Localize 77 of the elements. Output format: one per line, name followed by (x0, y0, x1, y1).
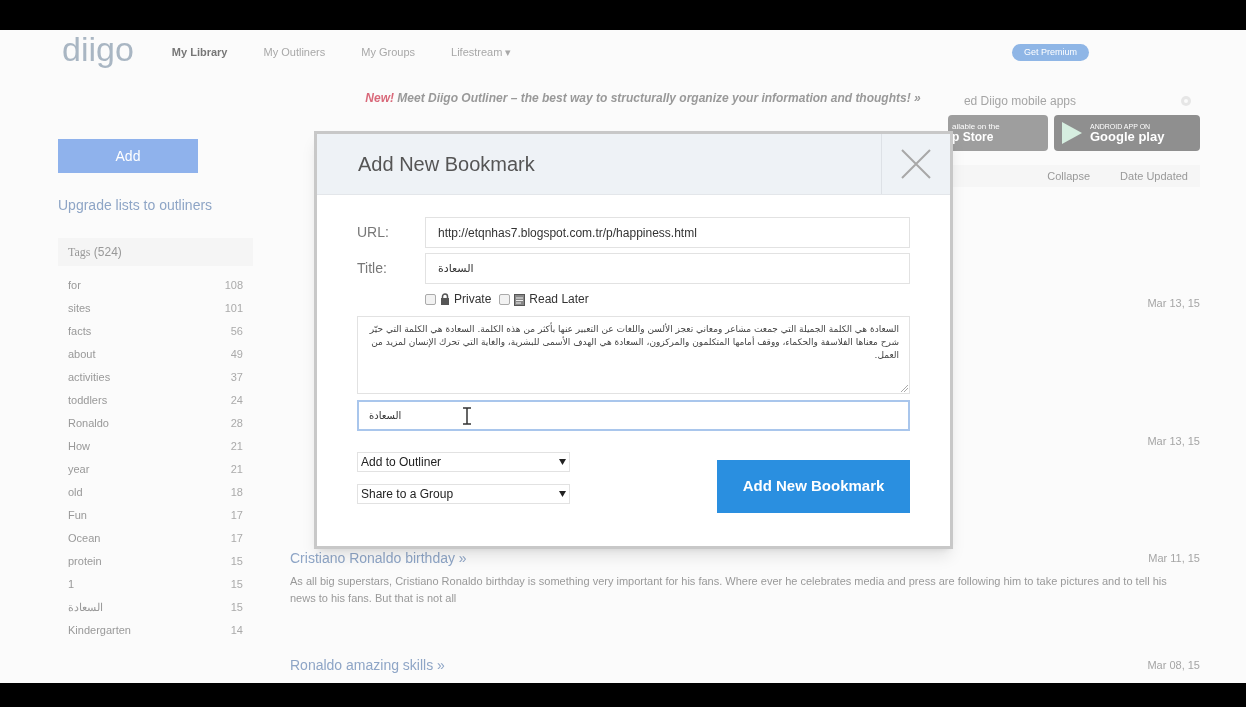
tag-count: 17 (230, 531, 243, 547)
tag-count: 108 (224, 278, 243, 294)
tag-count: 15 (230, 600, 243, 616)
tag-link[interactable]: Ronaldo (68, 415, 109, 432)
nav-tab[interactable]: My Library (171, 44, 228, 61)
tag-link[interactable]: toddlers (68, 392, 108, 409)
tags-header: Tags (524) (58, 238, 253, 266)
title-field[interactable]: السعادة (425, 253, 910, 284)
tag-count: 101 (224, 301, 243, 317)
app-store-badge[interactable]: ailable on the p Store (948, 115, 1048, 151)
tag-link[interactable]: How (68, 438, 90, 455)
bookmark-date: Mar 08, 15 (1147, 658, 1200, 674)
tags-field[interactable]: السعادة (357, 400, 910, 431)
tag-count: 56 (230, 324, 243, 340)
tag-link[interactable]: Kindergarten (68, 622, 131, 639)
bookmark-date: Mar 11, 15 (1148, 551, 1200, 567)
add-bookmark-button[interactable]: Add New Bookmark (717, 460, 910, 513)
banner-text[interactable]: New! Meet Diigo Outliner – the best way to structurally organize your information and thoughts! » (365, 89, 921, 107)
tag-link[interactable]: year (68, 461, 90, 478)
tag-link[interactable]: sites (68, 300, 91, 317)
caret-icon (559, 491, 566, 497)
tag-count: 15 (230, 577, 243, 593)
description-field[interactable] (357, 316, 910, 394)
dropdown[interactable]: Add to Outliner (357, 452, 570, 472)
dropdown[interactable]: Share to a Group (357, 484, 570, 504)
tag-count: 49 (230, 347, 243, 363)
bookmark-excerpt: As all big superstars, Cristiano Ronaldo birthday is something very important for his fans. Where ever he celebrates media and press are following him to take pictures and to tell his news to his fans. But that is not all (290, 574, 1168, 606)
tag-link[interactable]: protein (68, 553, 102, 570)
sort-dropdown[interactable]: Date Updated (1120, 167, 1188, 185)
close-icon (900, 148, 932, 180)
tag-count: 24 (230, 393, 243, 409)
nav-tab[interactable]: Lifestream ▾ (451, 44, 512, 61)
tag-link[interactable]: السعادة (68, 599, 103, 616)
tag-count: 37 (230, 370, 243, 386)
bookmark-title[interactable]: Ronaldo amazing skills » (290, 655, 445, 676)
tag-count: 15 (230, 554, 243, 570)
tag-link[interactable]: Ocean (68, 530, 101, 547)
checkbox[interactable] (499, 293, 511, 305)
bookmark-date: Mar 13, 15 (1147, 434, 1200, 449)
tag-link[interactable]: about (68, 346, 96, 363)
logo[interactable]: diigo (62, 31, 134, 66)
tag-link[interactable]: Fun (68, 507, 87, 524)
notepad-icon (514, 292, 526, 306)
caret-icon (559, 459, 566, 465)
tag-link[interactable]: for (68, 277, 81, 294)
premium-button[interactable]: Get Premium (1012, 44, 1089, 61)
tag-count: 21 (230, 439, 243, 455)
play-triangle-icon (1062, 122, 1082, 144)
collapse-toggle[interactable]: Collapse (1047, 167, 1091, 185)
promo-text: ed Diigo mobile apps (963, 93, 1076, 110)
title-label: Title: (357, 259, 388, 278)
dialog-title: Add New Bookmark (357, 152, 536, 177)
lock-icon (440, 293, 450, 305)
tag-count: 28 (230, 416, 243, 432)
resize-handle-icon[interactable] (901, 385, 908, 392)
url-label: URL: (357, 223, 390, 242)
tags-value: السعادة (369, 409, 402, 423)
nav-tab[interactable]: My Outliners (263, 44, 326, 61)
tag-link[interactable]: facts (68, 323, 92, 340)
tag-count: 14 (230, 623, 243, 639)
option-label[interactable]: Private (454, 290, 492, 308)
url-field[interactable]: http://etqnhas7.blogspot.com.tr/p/happiness.html (425, 217, 910, 248)
tag-link[interactable]: old (68, 484, 83, 501)
tag-count: 21 (230, 462, 243, 478)
tag-count: 18 (230, 485, 243, 501)
add-button[interactable]: Add (58, 139, 198, 173)
description-text: السعادة هي الكلمة الجميلة التي جمعت مشاعر ومعاني تعجز الألسن واللغات عن التعبير عنها بأكثر من هذه الكلمة. السعادة هي الكلمة التي حيّر شرح معناها الفلاسفة والحكماء، ووقف أمامها المتكلمون والمركزون، السعادة هي الهدف الأسمى للبشرية، والغاية التي تحرك الإنسان لمزيد من العمل. (368, 323, 899, 362)
text-cursor-icon (463, 406, 472, 425)
nav-tab[interactable]: My Groups (361, 44, 416, 61)
upgrade-link[interactable]: Upgrade lists to outliners (58, 195, 260, 216)
option-label[interactable]: Read Later (529, 290, 589, 308)
tag-link[interactable]: activities (68, 369, 111, 386)
checkbox[interactable] (425, 293, 436, 305)
tag-link[interactable]: 1 (68, 576, 75, 593)
tag-count: 17 (230, 508, 243, 524)
bookmark-date: Mar 13, 15 (1147, 296, 1200, 311)
bookmark-title[interactable]: Cristiano Ronaldo birthday » (290, 548, 467, 569)
